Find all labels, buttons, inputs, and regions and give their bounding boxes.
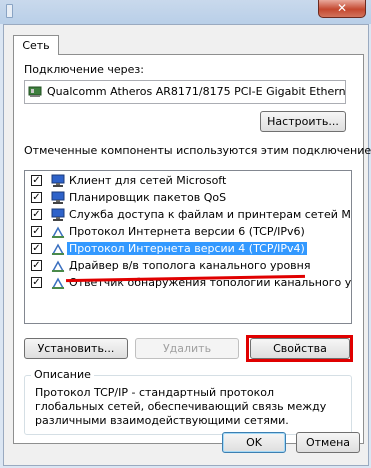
ok-button[interactable]: OK	[222, 432, 286, 453]
window-icon	[6, 4, 13, 18]
list-item[interactable]: ✓ Клиент для сетей Microsoft	[25, 173, 351, 189]
close-button[interactable]: ✕	[318, 0, 366, 18]
network-service-icon	[51, 208, 65, 221]
connect-via-label: Подключение через:	[24, 63, 144, 76]
protocol-icon	[51, 226, 65, 238]
protocol-icon	[51, 277, 65, 289]
network-service-icon	[51, 191, 65, 204]
list-item[interactable]: ✓ Драйвер в/в тополога канального уровня	[25, 258, 351, 274]
annotation-highlight-box	[246, 335, 353, 362]
network-adapter-icon	[28, 86, 42, 97]
checkbox[interactable]: ✓	[31, 192, 42, 203]
checkbox[interactable]: ✓	[31, 260, 42, 271]
tab-network[interactable]: Сеть	[13, 35, 59, 55]
checkbox[interactable]: ✓	[31, 209, 42, 220]
description-group: Описание Протокол TCP/IP - стандартный п…	[24, 368, 352, 435]
list-item[interactable]: ✓ Протокол Интернета версии 6 (TCP/IPv6)	[25, 224, 351, 240]
dialog-body: Сеть Подключение через: Qualcomm Atheros…	[3, 24, 371, 466]
checkbox[interactable]: ✓	[31, 226, 42, 237]
components-label: Отмеченные компоненты используются этим …	[24, 144, 371, 157]
list-item-label: Клиент для сетей Microsoft	[69, 174, 227, 187]
cancel-button[interactable]: Отмена	[296, 432, 360, 453]
install-button[interactable]: Установить...	[24, 338, 128, 359]
list-item[interactable]: ✓ Планировщик пакетов QoS	[25, 190, 351, 206]
list-item-label: Драйвер в/в тополога канального уровня	[69, 259, 311, 272]
title-bar: ✕	[0, 0, 371, 24]
list-item[interactable]: ✓ Служба доступа к файлам и принтерам се…	[25, 207, 351, 223]
description-text: Протокол TCP/IP - стандартный протокол г…	[35, 386, 327, 427]
protocol-icon	[51, 243, 65, 255]
tab-panel: Подключение через: Qualcomm Atheros AR81…	[13, 54, 371, 444]
list-item-selected[interactable]: ✓ Протокол Интернета версии 4 (TCP/IPv4)	[25, 241, 351, 257]
uninstall-button[interactable]: Удалить	[135, 338, 239, 359]
checkbox[interactable]: ✓	[31, 175, 42, 186]
checkbox[interactable]: ✓	[31, 243, 42, 254]
list-item-label: Планировщик пакетов QoS	[69, 191, 227, 204]
list-item-label: Протокол Интернета версии 4 (TCP/IPv4)	[67, 242, 307, 255]
checkbox[interactable]: ✓	[31, 277, 42, 288]
configure-button[interactable]: Настроить...	[260, 111, 346, 132]
protocol-icon	[51, 260, 65, 272]
adapter-field: Qualcomm Atheros AR8171/8175 PCI-E Gigab…	[24, 80, 346, 104]
adapter-name: Qualcomm Atheros AR8171/8175 PCI-E Gigab…	[47, 85, 346, 98]
description-title: Описание	[31, 368, 94, 381]
list-item-label: Протокол Интернета версии 6 (TCP/IPv6)	[69, 225, 305, 238]
list-item-label: Служба доступа к файлам и принтерам сете…	[69, 208, 352, 221]
network-client-icon	[51, 174, 65, 187]
components-list[interactable]: ✓ Клиент для сетей Microsoft ✓ Планировщ…	[24, 170, 352, 324]
